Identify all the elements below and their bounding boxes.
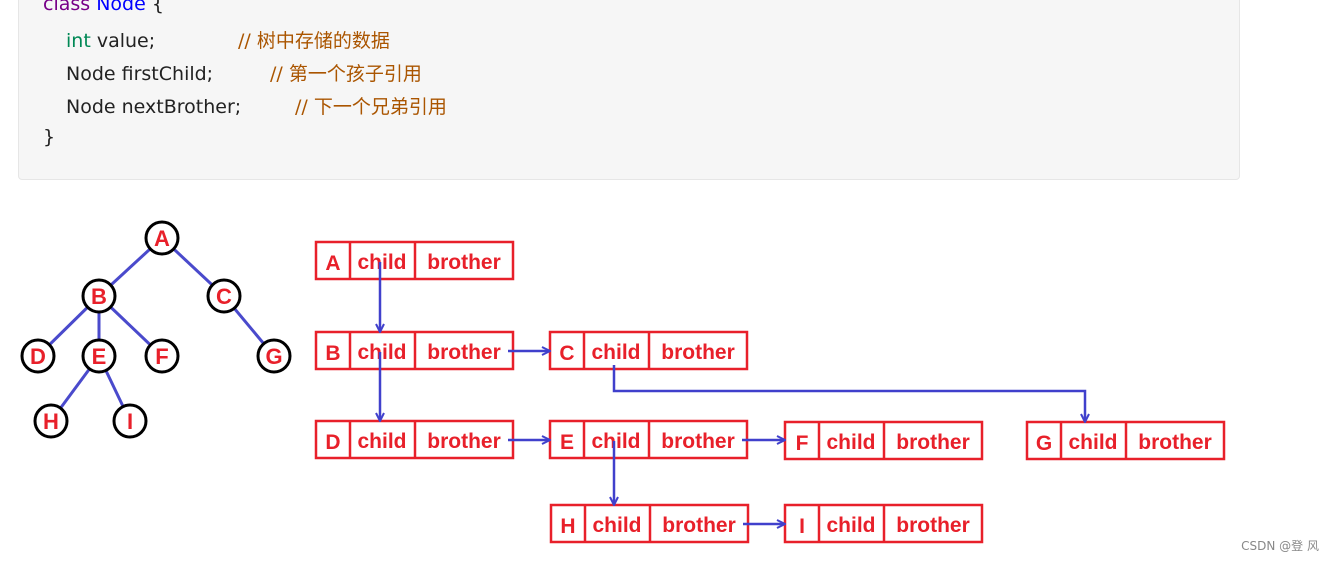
value-cell: G xyxy=(1036,432,1052,455)
node-label: F xyxy=(155,344,168,369)
list-node-A: Achild brother xyxy=(314,240,515,281)
list-node-B: Bchild brother xyxy=(314,330,515,371)
value-cell: D xyxy=(325,431,340,454)
watermark: CSDN @登 风 xyxy=(1241,539,1319,553)
tree-node-F: F xyxy=(144,338,180,374)
node-label: G xyxy=(265,344,282,369)
tree-node-E: E xyxy=(81,338,117,374)
tree-node-I: I xyxy=(112,403,148,439)
list-node-E: Echild brother xyxy=(548,419,749,460)
list-node-H: Hchild brother xyxy=(549,503,750,544)
tree-node-B: B xyxy=(81,278,117,314)
child-cell: child xyxy=(591,430,640,453)
list-node-D: Dchild brother xyxy=(314,419,515,460)
child-cell: child xyxy=(826,431,875,454)
child-cell: child xyxy=(357,341,406,364)
tree-node-A: A xyxy=(144,220,180,256)
list-node-F: Fchild brother xyxy=(783,420,984,461)
list-node-C: Cchild brother xyxy=(548,330,749,371)
value-cell: B xyxy=(325,342,340,365)
child-cell: child xyxy=(591,341,640,364)
value-cell: I xyxy=(799,515,805,538)
brother-cell: brother xyxy=(427,430,501,453)
value-cell: H xyxy=(560,515,575,538)
list-node-G: Gchild brother xyxy=(1025,420,1226,461)
child-cell: child xyxy=(1068,431,1117,454)
brother-cell: brother xyxy=(427,251,501,274)
child-cell: child xyxy=(357,251,406,274)
brother-cell: brother xyxy=(1138,431,1212,454)
brother-cell: brother xyxy=(661,430,735,453)
node-label: E xyxy=(92,344,107,369)
node-label: D xyxy=(30,344,46,369)
tree-node-C: C xyxy=(206,278,242,314)
value-cell: C xyxy=(559,342,574,365)
node-label: H xyxy=(43,409,59,434)
arrow-child-CG xyxy=(612,365,1085,422)
value-cell: E xyxy=(560,431,574,454)
value-cell: F xyxy=(796,432,809,455)
brother-cell: brother xyxy=(662,514,736,537)
node-label: B xyxy=(91,284,107,309)
tree-node-H: H xyxy=(33,403,69,439)
diagram: AB CD E F GH IA child brotherB child brother Cchil… xyxy=(20,220,1226,544)
brother-cell: brother xyxy=(427,341,501,364)
brother-cell: brother xyxy=(661,341,735,364)
child-cell: child xyxy=(826,514,875,537)
list-node-I: Ichild brother xyxy=(783,503,984,544)
brother-cell: brother xyxy=(896,431,970,454)
node-label: I xyxy=(127,409,133,434)
node-label: A xyxy=(154,226,170,251)
child-cell: child xyxy=(592,514,641,537)
node-label: C xyxy=(216,284,232,309)
value-cell: A xyxy=(325,252,340,275)
tree-node-G: G xyxy=(256,338,292,374)
child-cell: child xyxy=(357,430,406,453)
tree-node-D: D xyxy=(20,338,56,374)
brother-cell: brother xyxy=(896,514,970,537)
